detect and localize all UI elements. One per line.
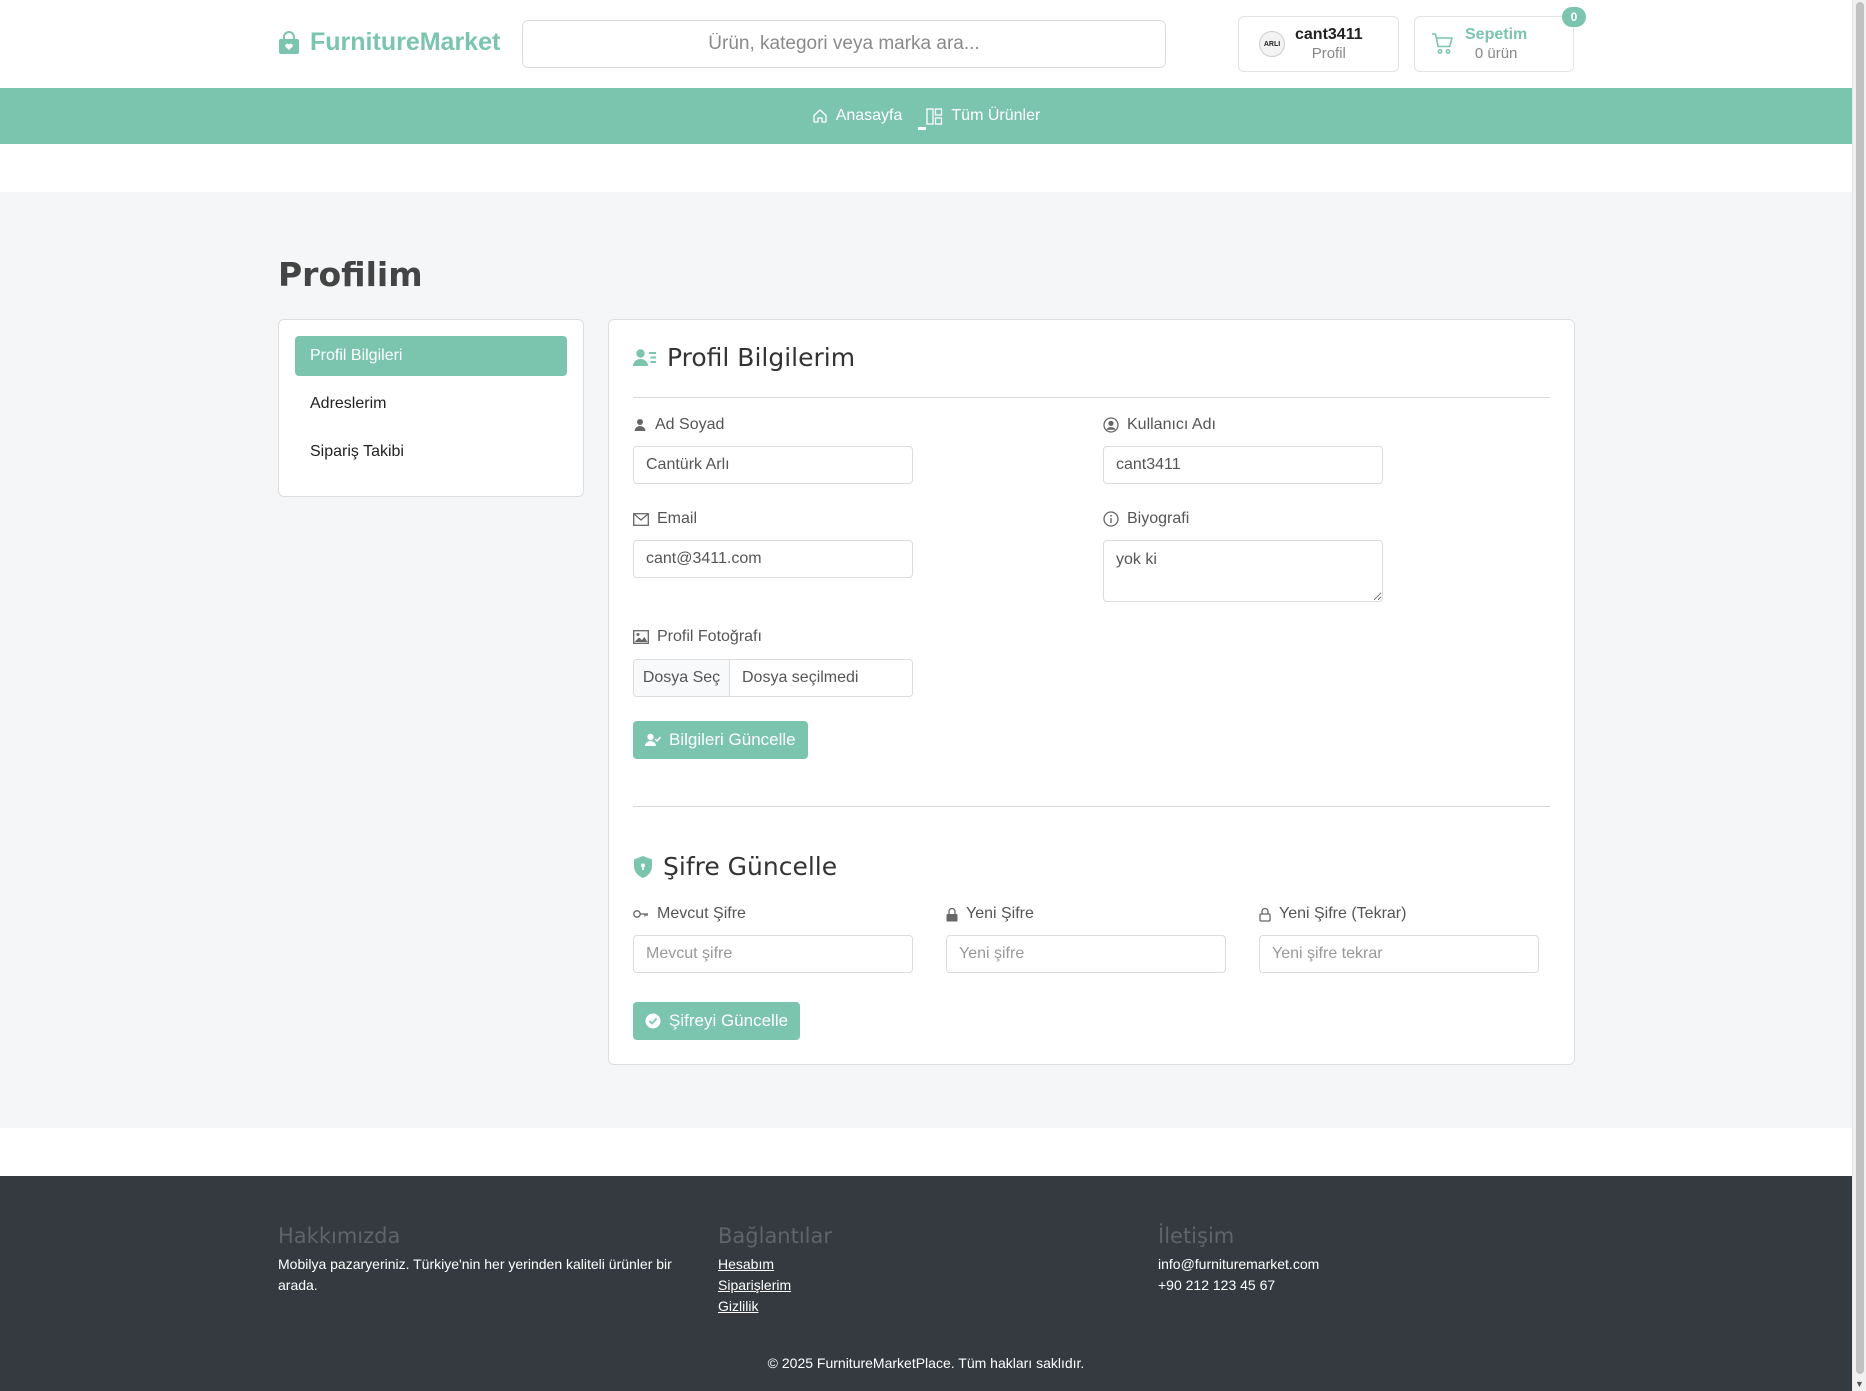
choose-file-button[interactable]: Dosya Seç xyxy=(634,660,730,696)
divider xyxy=(633,806,1550,807)
user-check-icon xyxy=(645,733,661,746)
image-icon xyxy=(633,630,649,644)
cart-icon xyxy=(1432,33,1453,54)
sidebar-item-addresses[interactable]: Adreslerim xyxy=(295,384,567,424)
main-nav: Anasayfa Tüm Ürünler xyxy=(0,88,1852,144)
sidebar-item-profile-info[interactable]: Profil Bilgileri xyxy=(295,336,567,376)
fullname-field[interactable] xyxy=(633,446,913,484)
scrollbar-thumb[interactable] xyxy=(1856,2,1864,1374)
brand-logo[interactable]: FurnitureMarket xyxy=(278,28,500,57)
file-status: Dosya seçilmedi xyxy=(742,669,859,686)
divider xyxy=(633,397,1550,398)
photo-file-input[interactable]: Dosya Seç Dosya seçilmedi xyxy=(633,659,913,697)
email-label: Email xyxy=(633,510,697,528)
scroll-down-arrow-icon[interactable]: ▼ xyxy=(1855,1379,1864,1389)
person-icon xyxy=(634,419,646,431)
site-header: FurnitureMarket ARLI cant3411 Profil Sep… xyxy=(0,0,1852,88)
nav-home[interactable]: Anasayfa xyxy=(812,107,903,125)
nav-all-products-label: Tüm Ürünler xyxy=(951,107,1041,124)
sidebar-item-order-tracking[interactable]: Sipariş Takibi xyxy=(295,432,567,472)
brand-name: FurnitureMarket xyxy=(310,28,501,56)
profile-button[interactable]: ARLI cant3411 Profil xyxy=(1238,16,1399,72)
avatar: ARLI xyxy=(1259,31,1285,57)
footer-links-heading: Bağlantılar xyxy=(718,1224,833,1248)
page-title: Profilim xyxy=(278,255,423,294)
unlock-icon xyxy=(1259,907,1271,922)
profile-subtitle: Profil xyxy=(1311,45,1346,62)
bio-label: Biyografi xyxy=(1103,510,1189,528)
new-password-field[interactable] xyxy=(946,935,1226,973)
footer-link-privacy[interactable]: Gizlilik xyxy=(718,1296,832,1317)
new-password-label: Yeni Şifre xyxy=(946,905,1034,923)
update-password-button[interactable]: Şifreyi Güncelle xyxy=(633,1002,801,1040)
shopping-bag-icon xyxy=(279,30,299,54)
page-scrollbar[interactable]: ▼ xyxy=(1852,0,1866,1391)
footer-contact-phone: +90 212 123 45 67 xyxy=(1158,1277,1276,1293)
cart-button[interactable]: Sepetim 0 ürün xyxy=(1414,16,1574,72)
grid-icon xyxy=(926,107,943,125)
shield-lock-icon xyxy=(634,855,652,878)
confirm-password-field[interactable] xyxy=(1259,935,1539,973)
info-circle-icon xyxy=(1103,511,1119,527)
footer-contact-email: info@furnituremarket.com xyxy=(1158,1256,1320,1272)
user-card-icon xyxy=(633,348,656,366)
footer-contact: İletişim info@furnituremarket.com +90 21… xyxy=(1158,1224,1319,1296)
nav-active-indicator xyxy=(918,127,926,130)
username-field[interactable] xyxy=(1103,446,1383,484)
search-input[interactable] xyxy=(522,20,1166,68)
username-label: Kullanıcı Adı xyxy=(1103,416,1216,434)
current-password-field[interactable] xyxy=(633,935,913,973)
footer-contact-heading: İletişim xyxy=(1158,1224,1235,1248)
nav-all-products[interactable]: Tüm Ürünler xyxy=(926,107,1040,125)
nav-home-label: Anasayfa xyxy=(835,107,903,124)
fullname-label: Ad Soyad xyxy=(633,416,724,434)
key-icon xyxy=(633,910,648,918)
profile-sidebar: Profil Bilgileri Adreslerim Sipariş Taki… xyxy=(278,319,584,497)
footer-link-account[interactable]: Hesabım xyxy=(718,1254,832,1275)
profile-card: Profil Bilgilerim Ad Soyad Kullanıcı Adı… xyxy=(608,319,1575,1065)
footer-about-heading: Hakkımızda xyxy=(278,1224,401,1248)
check-circle-icon xyxy=(645,1013,661,1029)
footer-links: Bağlantılar Hesabım Siparişlerim Gizlili… xyxy=(718,1224,832,1317)
confirm-password-label: Yeni Şifre (Tekrar) xyxy=(1259,905,1406,923)
update-profile-button[interactable]: Bilgileri Güncelle xyxy=(633,721,808,759)
envelope-icon xyxy=(633,512,649,526)
bio-textarea[interactable]: yok ki xyxy=(1103,540,1383,602)
cart-count-text: 0 ürün xyxy=(1474,45,1518,62)
photo-label: Profil Fotoğrafı xyxy=(633,628,762,646)
user-circle-icon xyxy=(1103,417,1119,433)
profile-username: cant3411 xyxy=(1295,26,1363,43)
cart-badge: 0 xyxy=(1562,7,1586,27)
footer-about: Hakkımızda Mobilya pazaryeriniz. Türkiye… xyxy=(278,1224,688,1296)
lock-icon xyxy=(946,907,958,921)
cart-title: Sepetim xyxy=(1465,26,1528,43)
site-footer: Hakkımızda Mobilya pazaryeriniz. Türkiye… xyxy=(0,1176,1852,1391)
email-field[interactable] xyxy=(633,540,913,578)
password-section-title: Şifre Güncelle xyxy=(633,852,837,881)
current-password-label: Mevcut Şifre xyxy=(633,905,746,923)
footer-copyright: © 2025 FurnitureMarketPlace. Tüm hakları… xyxy=(767,1355,1085,1371)
profile-section-title: Profil Bilgilerim xyxy=(633,343,855,372)
home-icon xyxy=(813,109,827,123)
footer-about-text: Mobilya pazaryeriniz. Türkiye'nin her ye… xyxy=(278,1256,672,1293)
footer-link-orders[interactable]: Siparişlerim xyxy=(718,1275,832,1296)
